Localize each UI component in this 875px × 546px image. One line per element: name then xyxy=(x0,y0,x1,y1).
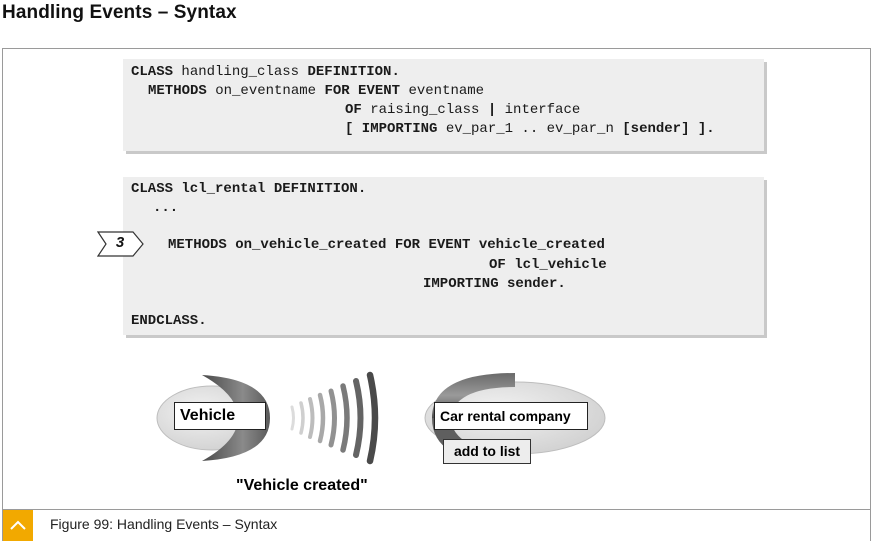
signal-waves-icon xyxy=(290,371,379,465)
code-keyword: [sender] ] xyxy=(622,121,707,137)
syntax-code-box: CLASS handling_class DEFINITION. METHODS… xyxy=(123,59,764,151)
code-keyword: FOR EVENT xyxy=(324,83,401,99)
code-text: eventname xyxy=(400,83,485,99)
chevron-up-icon xyxy=(10,520,26,530)
syntax-line-1: CLASS handling_class DEFINITION. xyxy=(131,64,400,80)
example-line-6: ENDCLASS. xyxy=(131,313,207,329)
figure-caption-bar: Figure 99: Handling Events – Syntax xyxy=(3,509,870,541)
syntax-line-2: METHODS on_eventname FOR EVENT eventname xyxy=(148,83,484,99)
syntax-line-3: OF raising_class | interface xyxy=(345,102,580,118)
code-text: raising_class xyxy=(361,102,488,118)
code-text: on_eventname xyxy=(206,83,325,99)
code-keyword: METHODS xyxy=(148,83,207,99)
example-line-3: METHODS on_vehicle_created FOR EVENT veh… xyxy=(168,237,605,253)
code-text: handling_class xyxy=(173,64,308,80)
example-line-5: IMPORTING sender. xyxy=(423,276,566,292)
code-text: ev_par_1 .. ev_par_n xyxy=(437,121,623,137)
add-to-list-label: add to list xyxy=(443,439,531,464)
example-line-4: OF lcl_vehicle xyxy=(489,257,607,273)
example-line-1: CLASS lcl_rental DEFINITION. xyxy=(131,181,367,197)
code-text: . xyxy=(391,64,400,80)
code-text: . xyxy=(706,121,715,137)
page-title: Handling Events – Syntax xyxy=(2,2,237,23)
event-name-label: "Vehicle created" xyxy=(236,477,368,494)
code-keyword: DEFINITION xyxy=(307,64,392,80)
example-line-2: ... xyxy=(153,200,179,216)
code-text: interface xyxy=(496,102,581,118)
rental-company-label: Car rental company xyxy=(434,402,588,430)
code-keyword: | xyxy=(487,102,497,118)
collapse-caret-icon[interactable] xyxy=(3,510,33,541)
code-keyword: OF xyxy=(345,102,362,118)
example-code-box: CLASS lcl_rental DEFINITION. ... METHODS… xyxy=(123,177,764,335)
vehicle-label: Vehicle xyxy=(174,402,266,430)
figure-caption: Figure 99: Handling Events – Syntax xyxy=(50,516,278,532)
step-number: 3 xyxy=(115,234,125,251)
code-keyword: [ IMPORTING xyxy=(345,121,438,137)
syntax-line-4: [ IMPORTING ev_par_1 .. ev_par_n [sender… xyxy=(345,121,715,137)
code-keyword: CLASS xyxy=(131,64,174,80)
